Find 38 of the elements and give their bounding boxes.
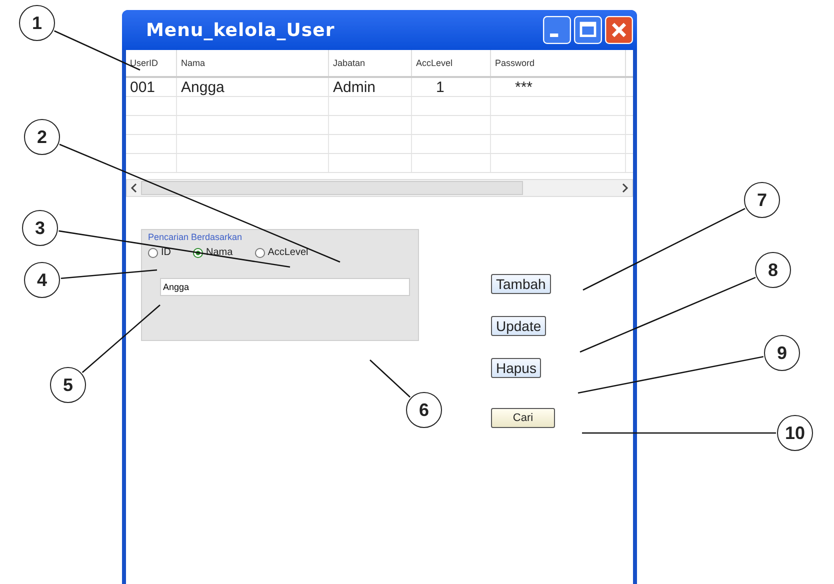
callout-marker: 1	[19, 5, 55, 41]
column-header[interactable]: Nama	[177, 50, 329, 76]
column-header[interactable]: Jabatan	[329, 50, 412, 76]
search-field[interactable]: Angga	[160, 278, 410, 296]
minimize-icon[interactable]	[543, 16, 571, 44]
table-cell: 001	[126, 78, 177, 96]
radio-label: Nama	[206, 247, 233, 258]
column-header[interactable]: UserID	[126, 50, 177, 76]
scroll-left-icon[interactable]	[130, 183, 138, 193]
column-header[interactable]: AccLevel	[412, 50, 491, 76]
radio-label: AccLevel	[268, 247, 308, 258]
callout-marker: 10	[777, 415, 813, 451]
column-header[interactable]: Password	[491, 50, 626, 76]
callout-marker: 9	[764, 335, 800, 371]
group-label: Pencarian Berdasarkan	[148, 232, 242, 242]
action-button[interactable]: Update	[491, 316, 546, 336]
callout-marker: 4	[24, 262, 60, 298]
window-title: Menu_kelola_User	[146, 20, 335, 40]
table-cell: Admin	[329, 78, 412, 96]
callout-marker: 5	[50, 367, 86, 403]
table-cell: Angga	[177, 78, 329, 96]
table-cell: ***	[491, 78, 626, 96]
action-button[interactable]: Hapus	[491, 358, 542, 378]
callout-marker: 8	[755, 252, 791, 288]
radio-label: ID	[161, 247, 171, 258]
radio-button[interactable]	[254, 248, 265, 258]
table-cell: 1	[412, 78, 491, 96]
radio-button[interactable]	[148, 248, 158, 258]
leader-line	[370, 360, 410, 398]
scroll-right-icon[interactable]	[621, 183, 629, 193]
callout-marker: 2	[24, 119, 60, 155]
horizontal-scrollbar[interactable]	[126, 179, 633, 197]
maximize-icon[interactable]	[574, 16, 602, 44]
close-icon[interactable]	[605, 16, 633, 44]
callout-marker: 7	[744, 182, 780, 218]
callout-marker: 3	[22, 210, 58, 246]
action-button[interactable]: Cari	[491, 408, 555, 428]
action-button[interactable]: Tambah	[491, 274, 551, 294]
